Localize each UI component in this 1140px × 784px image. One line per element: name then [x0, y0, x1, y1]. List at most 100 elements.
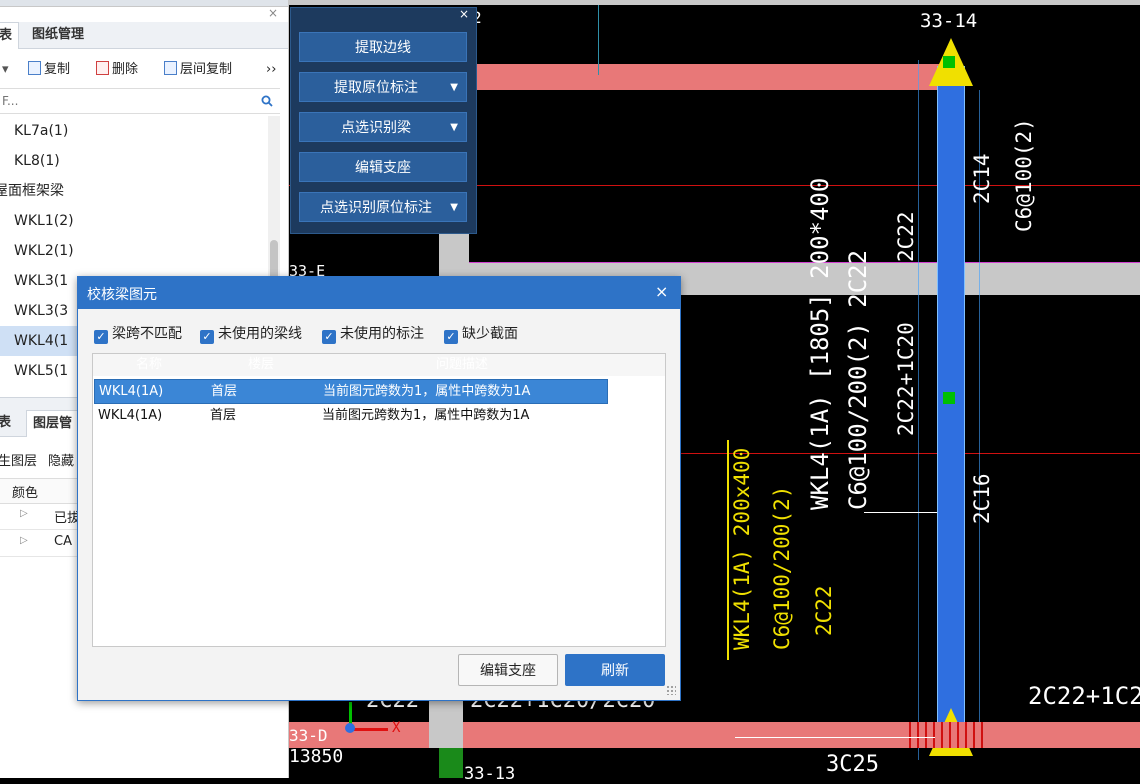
component-tab-row: 表 图纸管理 [0, 22, 288, 49]
column-header-floor[interactable]: 楼层 [205, 354, 317, 376]
checkbox-unused-annotation[interactable]: ✓ 未使用的标注 [322, 325, 424, 344]
cell-description: 当前图元跨数为1，属性中跨数为1A [322, 408, 530, 423]
search-input[interactable] [0, 91, 254, 111]
beam-tool-button[interactable]: 编辑支座 [299, 152, 467, 182]
tree-item-label: WKL3(3 [14, 303, 69, 319]
tree-item-label: WKL3(1 [14, 273, 69, 289]
ucs-origin [345, 723, 355, 733]
expand-arrow-icon[interactable]: ▷ [20, 535, 28, 546]
checkbox-checked-icon[interactable]: ✓ [444, 330, 458, 344]
rebar-label-2c22-1c20: 2C22+1C20 [894, 322, 918, 436]
refresh-button[interactable]: 刷新 [565, 654, 665, 686]
tab-layer-management[interactable]: 图层管 [26, 410, 80, 437]
rebar-label-2c22: 2C22 [894, 211, 918, 262]
axis-label-bottom-left: 33-D [289, 726, 328, 745]
issue-grid: 名称 楼层 问题描述 WKL4(1A) 首层 当前图元跨数为1，属性中跨数为1A… [92, 353, 666, 647]
delete-button[interactable]: 删除 [96, 61, 138, 79]
column-header-description[interactable]: 问题描述 [317, 354, 607, 376]
tree-item[interactable]: 屋面框架梁 [0, 176, 268, 206]
current-layer-toggle[interactable]: 生图层 [0, 450, 37, 469]
beam-top-pink [469, 64, 949, 90]
tree-item-label: WKL4(1 [14, 333, 69, 349]
expand-arrow-icon[interactable]: ▷ [20, 508, 28, 519]
beam-tool-label: 提取原位标注 [334, 80, 418, 96]
close-icon[interactable]: × [459, 7, 469, 21]
beam-label-yellow: WKL4(1A) 200x400 [730, 447, 754, 650]
dialog-titlebar[interactable]: 校核梁图元 × [78, 277, 680, 309]
left-panel-top-strip [0, 0, 288, 7]
grid-line [598, 5, 599, 75]
checkbox-checked-icon[interactable]: ✓ [94, 330, 108, 344]
axis-label-top: 33-14 [920, 10, 978, 32]
stirrup-label-yellow: C6@100/200(2) [770, 485, 794, 650]
floor-copy-button[interactable]: 层间复制 [164, 61, 232, 79]
close-icon[interactable]: × [268, 6, 278, 20]
tree-item[interactable]: WKL2(1) [0, 236, 268, 266]
axis-x-label: X [392, 720, 401, 736]
copy-label: 复制 [44, 62, 71, 77]
beam-recognition-toolbar: × 提取边线提取原位标注 ▼ 点选识别梁 ▼ 编辑支座点选识别原位标注 ▼ [290, 7, 477, 234]
copy-button[interactable]: 复制 [28, 61, 70, 79]
checkbox-checked-icon[interactable]: ✓ [200, 330, 214, 344]
tree-item[interactable]: KL7a(1) [0, 116, 268, 146]
checkbox-checked-icon[interactable]: ✓ [322, 330, 336, 344]
grip-node[interactable] [943, 392, 955, 404]
column-header-name[interactable]: 名称 [93, 354, 205, 376]
tree-item-label: KL8(1) [14, 153, 60, 169]
rebar-label-2c16: 2C16 [970, 473, 994, 524]
checkbox-label: 未使用的标注 [340, 326, 424, 342]
rebar-label-c6-100: C6@100(2) [1012, 118, 1036, 232]
beam-tool-label: 点选识别梁 [341, 120, 411, 136]
beam-tool-button[interactable]: 点选识别梁 ▼ [299, 112, 467, 142]
caret-down-icon[interactable]: ▼ [450, 73, 458, 103]
beam-tool-button[interactable]: 提取原位标注 ▼ [299, 72, 467, 102]
close-icon[interactable]: × [655, 282, 668, 301]
beam-tool-button[interactable]: 提取边线 [299, 32, 467, 62]
table-row[interactable]: WKL4(1A) 首层 当前图元跨数为1，属性中跨数为1A [94, 404, 606, 427]
table-row[interactable]: WKL4(1A) 首层 当前图元跨数为1，属性中跨数为1A [94, 379, 608, 404]
beam-tool-button[interactable]: 点选识别原位标注 ▼ [299, 192, 467, 222]
checkbox-missing-section[interactable]: ✓ 缺少截面 [444, 325, 518, 344]
search-box[interactable] [0, 88, 280, 114]
tree-item[interactable]: WKL1(2) [0, 206, 268, 236]
checkbox-unused-beam-line[interactable]: ✓ 未使用的梁线 [200, 325, 302, 344]
tab-list[interactable]: 表 [0, 22, 20, 49]
tab-drawing-management[interactable]: 图纸管理 [26, 22, 90, 48]
caret-down-icon[interactable]: ▼ [450, 113, 458, 143]
canvas-top-border [289, 0, 1140, 5]
tree-item-label: WKL5(1 [14, 363, 69, 379]
rebar-label-2c14: 2C14 [970, 153, 994, 204]
more-icon[interactable]: ›› [266, 61, 276, 79]
color-column-header: 颜色 [12, 486, 39, 501]
dialog-title: 校核梁图元 [87, 287, 157, 303]
component-toolbar: ▾ 复制 删除 层间复制 ›› [0, 55, 288, 83]
layer-label: CA [54, 534, 72, 549]
checkbox-label: 缺少截面 [462, 326, 518, 342]
checkbox-span-mismatch[interactable]: ✓ 梁跨不匹配 [94, 325, 182, 344]
grip-node[interactable] [943, 56, 955, 68]
checkbox-label: 梁跨不匹配 [112, 326, 182, 342]
search-icon[interactable] [261, 95, 273, 107]
edit-support-button[interactable]: 编辑支座 [458, 654, 558, 686]
resize-grip-icon[interactable] [666, 685, 676, 695]
floor-copy-label: 层间复制 [180, 62, 233, 77]
delete-label: 删除 [112, 62, 139, 77]
beam-tool-label: 提取边线 [355, 40, 411, 56]
cell-name: WKL4(1A) [99, 384, 164, 399]
copy-icon [28, 61, 41, 75]
caret-down-icon[interactable]: ▼ [450, 193, 458, 223]
beam-label-stirrup: C6@100/200(2) 2C22 [844, 249, 872, 510]
cell-floor: 首层 [211, 384, 238, 399]
beam-label-main: WKL4(1A) [1805] 200*400 [806, 177, 834, 510]
floor-copy-icon [164, 61, 177, 75]
tree-item[interactable]: KL8(1) [0, 146, 268, 176]
axis-number-bottom: 13850 [289, 746, 344, 767]
tree-item-label: WKL1(2) [14, 213, 74, 229]
checkbox-label: 未使用的梁线 [218, 326, 302, 342]
ucs-axis-x [352, 728, 388, 731]
hide-layer-toggle[interactable]: 隐藏 [48, 450, 74, 469]
bar-label-yellow: 2C22 [812, 585, 836, 636]
dropdown-arrow[interactable]: ▾ [2, 61, 9, 79]
tab-list-lower[interactable]: 表 [0, 410, 17, 436]
axis-label-bottom: 33-13 [464, 764, 516, 784]
